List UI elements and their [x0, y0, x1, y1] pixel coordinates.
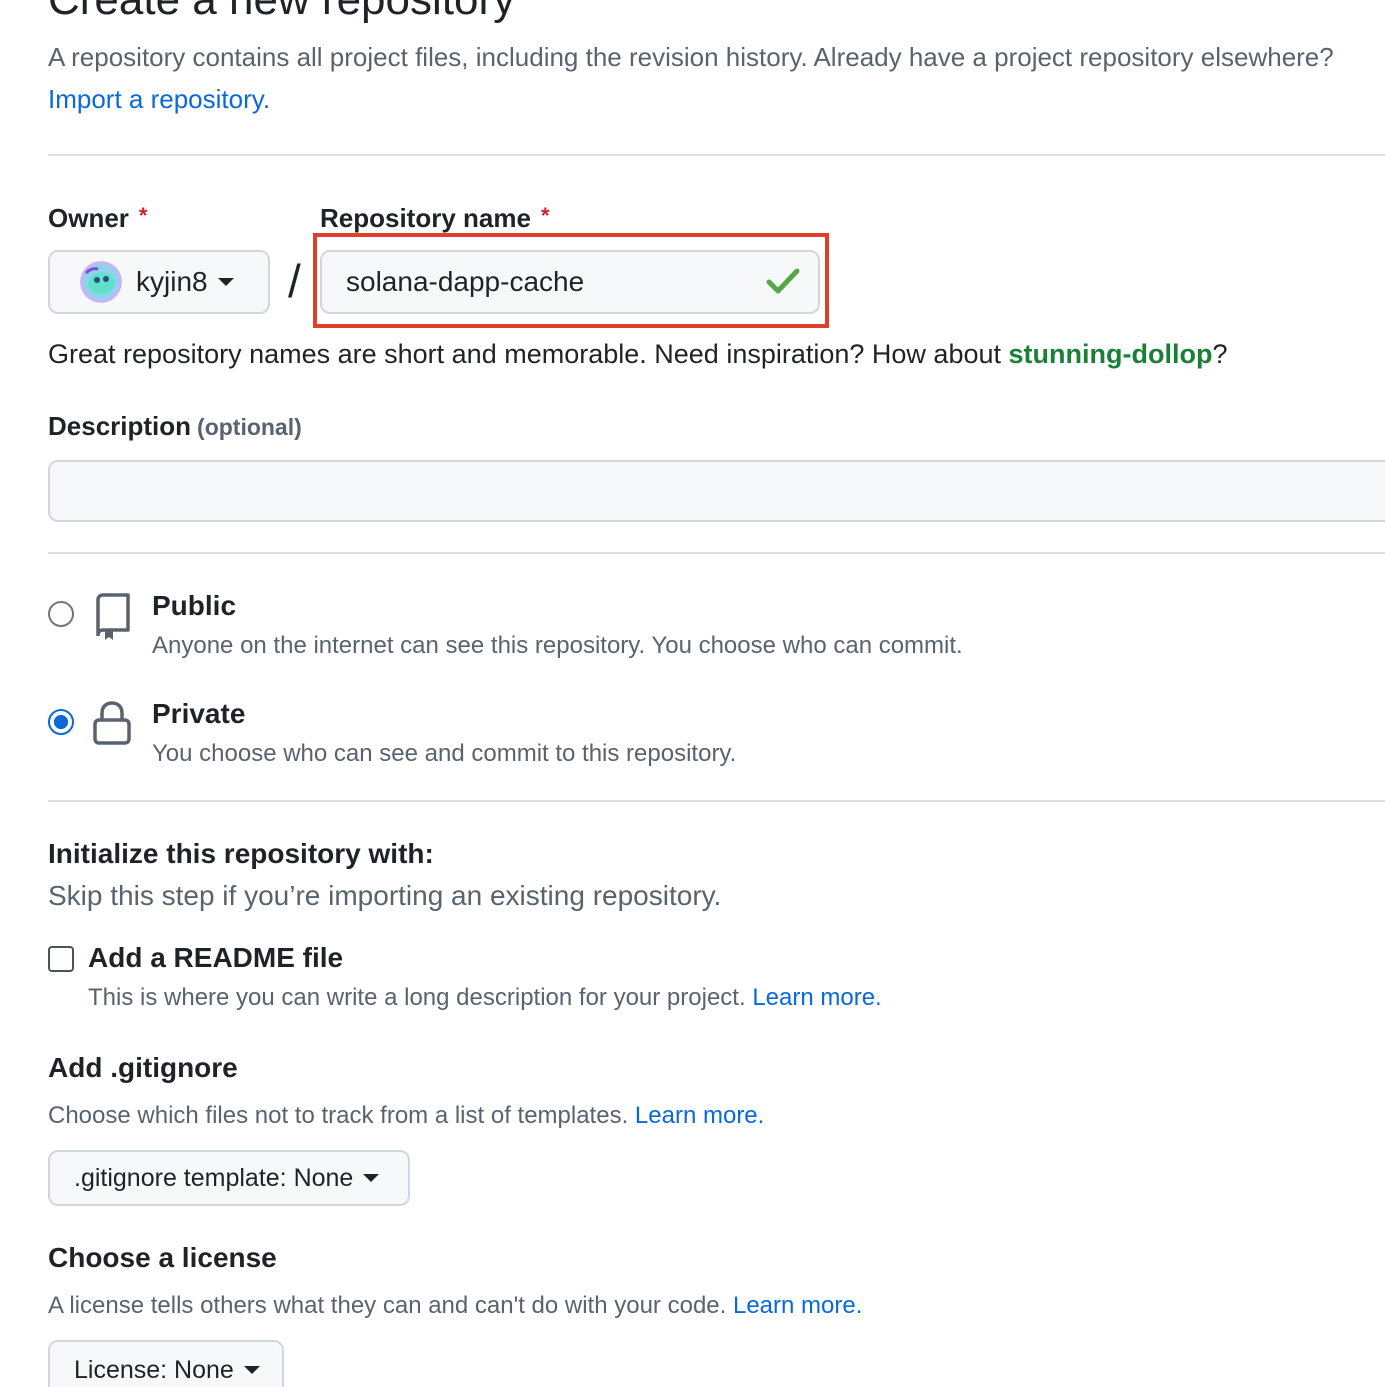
repo-name-hint: Great repository names are short and mem…: [48, 336, 1227, 372]
check-icon: [766, 266, 800, 301]
owner-label: Owner *: [48, 200, 147, 234]
gitignore-description: Choose which files not to track from a l…: [48, 1102, 764, 1130]
private-description: You choose who can see and commit to thi…: [152, 740, 737, 767]
gitignore-template-select[interactable]: .gitignore template: None: [48, 1150, 410, 1206]
gitignore-heading: Add .gitignore: [48, 1052, 238, 1083]
gitignore-select-label: .gitignore template: None: [74, 1163, 354, 1192]
description-label: Description (optional): [48, 410, 302, 443]
repo-name-highlight: [313, 233, 829, 328]
public-radio[interactable]: [48, 601, 74, 627]
readme-learn-more-link[interactable]: Learn more.: [752, 984, 881, 1011]
optional-text: (optional): [197, 414, 302, 440]
repo-name-label-text: Repository name: [320, 203, 531, 233]
required-mark: *: [138, 203, 148, 228]
license-desc-text: A license tells others what they can and…: [48, 1292, 727, 1319]
license-select[interactable]: License: None: [48, 1340, 284, 1387]
import-repository-link[interactable]: Import a repository.: [48, 84, 270, 114]
init-subtext: Skip this step if you’re importing an ex…: [48, 880, 722, 911]
private-title: Private: [152, 698, 246, 729]
license-heading: Choose a license: [48, 1242, 277, 1273]
owner-select-button[interactable]: kyjin8: [48, 250, 270, 314]
readme-checkbox[interactable]: [48, 946, 74, 972]
hint-question-mark: ?: [1212, 339, 1228, 369]
description-input[interactable]: [48, 460, 1385, 522]
divider: [48, 154, 1385, 156]
name-suggestion-link[interactable]: stunning-dollop: [1009, 339, 1213, 369]
gitignore-desc-text: Choose which files not to track from a l…: [48, 1102, 629, 1129]
owner-name: kyjin8: [136, 266, 208, 297]
license-select-label: License: None: [74, 1355, 234, 1384]
description-label-text: Description: [48, 411, 192, 441]
public-description: Anyone on the internet can see this repo…: [152, 632, 963, 659]
readme-desc-text: This is where you can write a long descr…: [88, 984, 746, 1011]
gitignore-learn-more-link[interactable]: Learn more.: [635, 1102, 764, 1129]
page-title: Create a new repository: [48, 0, 515, 22]
public-title: Public: [152, 590, 237, 621]
init-heading: Initialize this repository with:: [48, 838, 434, 869]
divider: [48, 800, 1385, 802]
owner-label-text: Owner: [48, 203, 129, 233]
chevron-down-icon: [243, 1366, 260, 1374]
divider: [48, 552, 1385, 554]
hint-text: Great repository names are short and mem…: [48, 339, 1001, 369]
readme-label[interactable]: Add a README file: [88, 942, 343, 974]
license-learn-more-link[interactable]: Learn more.: [733, 1292, 862, 1319]
chevron-down-icon: [217, 278, 234, 286]
user-avatar: [80, 261, 122, 303]
intro-description: A repository contains all project files,…: [48, 42, 1334, 72]
required-mark: *: [540, 203, 550, 228]
license-description: A license tells others what they can and…: [48, 1292, 862, 1320]
intro-text: A repository contains all project files,…: [48, 36, 1368, 120]
private-radio[interactable]: [48, 709, 74, 735]
repo-icon: [92, 592, 132, 647]
readme-description: This is where you can write a long descr…: [88, 984, 882, 1012]
new-repository-page: Create a new repository A repository con…: [0, 0, 1385, 1387]
owner-repo-separator: /: [288, 255, 301, 307]
repo-name-label: Repository name *: [320, 200, 550, 234]
lock-icon: [92, 700, 132, 751]
chevron-down-icon: [363, 1174, 380, 1182]
